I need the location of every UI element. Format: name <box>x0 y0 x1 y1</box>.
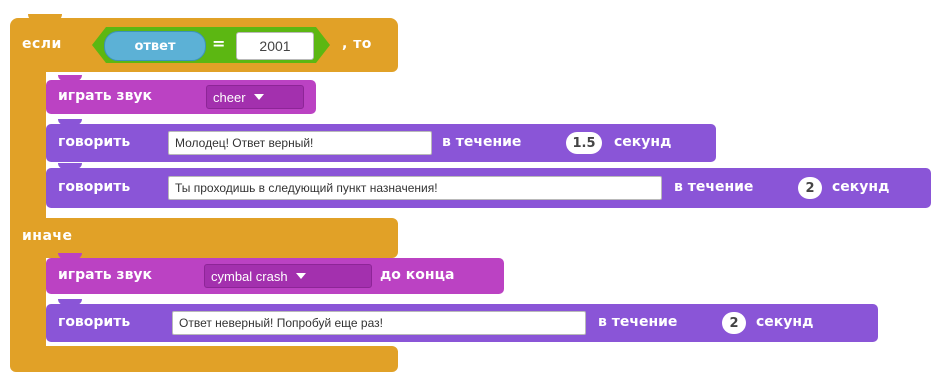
say-text-input[interactable]: Ты проходишь в следующий пункт назначени… <box>168 176 662 200</box>
block-notch <box>58 163 82 169</box>
play-sound-label: играть звук <box>58 267 153 283</box>
secs-unit-label: секунд <box>756 314 814 330</box>
play-sound-label: играть звук <box>58 88 153 104</box>
say-text-input[interactable]: Молодец! Ответ верный! <box>168 131 432 155</box>
until-done-label: до конца <box>380 267 455 283</box>
play-sound-until-done-block[interactable]: играть звук cymbal crash до конца <box>46 253 504 294</box>
dropdown-arrow-icon <box>295 273 306 279</box>
answer-sensing-reporter[interactable]: ответ <box>104 31 206 61</box>
block-notch <box>58 75 82 81</box>
secs-input[interactable]: 2 <box>722 312 746 334</box>
equals-sign: = <box>212 34 226 53</box>
if-else-block-arm-else <box>10 250 46 358</box>
sound-dropdown-value: cymbal crash <box>211 268 288 284</box>
script-area: если , то иначе ответ = 2001 играть звук… <box>0 0 931 374</box>
block-notch <box>58 253 82 259</box>
block-notch <box>58 119 82 125</box>
secs-input[interactable]: 1.5 <box>566 132 602 154</box>
then-label: , то <box>342 36 372 52</box>
say-for-secs-block[interactable]: говорить Ты проходишь в следующий пункт … <box>46 163 931 208</box>
secs-unit-label: секунд <box>614 134 672 150</box>
play-sound-block[interactable]: играть звук cheer <box>46 75 316 114</box>
say-label: говорить <box>58 134 131 150</box>
say-for-secs-block[interactable]: говорить Молодец! Ответ верный! в течени… <box>46 119 716 162</box>
for-label: в течение <box>598 314 678 330</box>
for-label: в течение <box>442 134 522 150</box>
say-text-input[interactable]: Ответ неверный! Попробуй еще раз! <box>172 311 586 335</box>
sound-dropdown[interactable]: cheer <box>206 85 304 109</box>
else-label: иначе <box>22 228 73 244</box>
dropdown-arrow-icon <box>253 94 264 100</box>
sound-dropdown[interactable]: cymbal crash <box>204 264 372 288</box>
condition-value-input[interactable]: 2001 <box>236 32 314 60</box>
block-notch <box>58 299 82 305</box>
secs-input[interactable]: 2 <box>798 177 822 199</box>
sound-dropdown-value: cheer <box>213 89 246 105</box>
say-label: говорить <box>58 314 131 330</box>
if-else-block-arm-then <box>10 60 46 228</box>
say-for-secs-block[interactable]: говорить Ответ неверный! Попробуй еще ра… <box>46 299 878 342</box>
if-else-block-footer <box>10 346 398 372</box>
say-label: говорить <box>58 179 131 195</box>
for-label: в течение <box>674 179 754 195</box>
if-label: если <box>22 36 62 52</box>
secs-unit-label: секунд <box>832 179 890 195</box>
